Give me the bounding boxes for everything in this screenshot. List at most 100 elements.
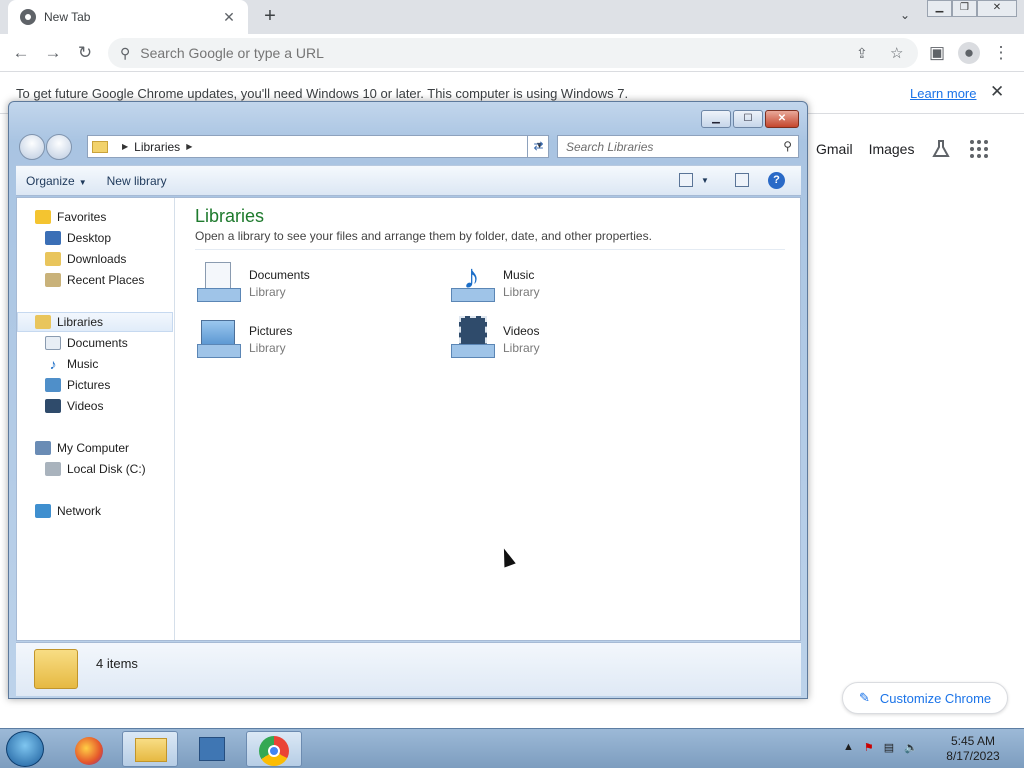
explorer-taskbar-button[interactable] (122, 731, 178, 767)
address-crumb-libraries[interactable]: Libraries (134, 140, 180, 154)
action-center-icon[interactable]: ⚑ (864, 741, 874, 754)
documents-library-icon (195, 260, 243, 306)
system-tray: ▲ ⚑ ▤ 🔈 (843, 741, 918, 754)
nav-videos[interactable]: Videos (17, 396, 173, 416)
system-clock[interactable]: 5:45 AM 8/17/2023 (940, 734, 1006, 764)
nav-my-computer[interactable]: My Computer (17, 438, 173, 458)
nav-music[interactable]: ♪ Music (17, 354, 173, 374)
explorer-window: ▁ ☐ ✕ ▶ Libraries ▶ ▼ ⇄ Search Libraries… (8, 101, 808, 699)
details-pane: 4 items (16, 642, 801, 696)
chrome-tabstrip: New Tab ✕ + ⌄ ▁ ❐ ✕ (0, 0, 1024, 34)
nav-label: Pictures (67, 378, 111, 392)
preview-pane-icon[interactable] (734, 173, 749, 187)
crumb-arrow-icon[interactable]: ▶ (186, 142, 192, 151)
star-icon (35, 210, 51, 224)
organize-button[interactable]: Organize ▼ (16, 169, 97, 193)
nav-label: Recent Places (67, 273, 145, 287)
tab-search-icon[interactable]: ⌄ (896, 8, 914, 26)
explorer-back-button[interactable] (19, 134, 45, 160)
videos-library-icon (449, 316, 497, 362)
nav-label: Music (67, 357, 99, 371)
nav-network[interactable]: Network (17, 501, 173, 521)
tab-close-icon[interactable]: ✕ (220, 9, 238, 26)
omnibox[interactable]: ⚲ ⇪ ☆ (108, 38, 918, 68)
organize-label: Organize (26, 173, 75, 188)
show-hidden-icons-icon[interactable]: ▲ (843, 741, 854, 754)
explorer-maximize-button[interactable]: ☐ (733, 110, 763, 128)
view-dropdown-icon[interactable]: ▼ (701, 176, 709, 185)
nav-documents[interactable]: Documents (17, 333, 173, 353)
learn-more-link[interactable]: Learn more (910, 86, 976, 101)
chrome-icon (259, 736, 289, 766)
infobar-close-icon[interactable]: ✕ (990, 82, 1004, 102)
labs-flask-icon[interactable] (930, 138, 952, 160)
library-type: Library (249, 284, 286, 299)
network-status-icon[interactable]: ▤ (884, 741, 894, 754)
nav-libraries[interactable]: Libraries (17, 312, 173, 332)
explorer-minimize-button[interactable]: ▁ (701, 110, 731, 128)
explorer-folder-icon (135, 738, 167, 762)
volume-muted-icon[interactable]: 🔈 (904, 741, 918, 754)
search-icon: ⚲ (120, 44, 131, 61)
search-box[interactable]: Search Libraries ⚲ (557, 135, 799, 158)
new-tab-button[interactable]: + (258, 5, 282, 29)
search-app-taskbar-button[interactable] (184, 731, 240, 767)
library-item[interactable]: Documents Library (195, 258, 435, 308)
customize-chrome-button[interactable]: ✎ Customize Chrome (842, 682, 1008, 714)
chrome-restore-button[interactable]: ❐ (952, 0, 977, 17)
tab-new-tab[interactable]: New Tab ✕ (8, 0, 248, 34)
search-icon[interactable]: ⚲ (783, 139, 792, 153)
address-bar[interactable]: ▶ Libraries ▶ ▼ (87, 135, 549, 158)
help-icon[interactable]: ? (768, 172, 785, 189)
content-divider (195, 249, 785, 250)
explorer-forward-button[interactable] (46, 134, 72, 160)
refresh-icon[interactable]: ⇄ (527, 135, 549, 158)
infobar-message: To get future Google Chrome updates, you… (16, 86, 629, 101)
library-item[interactable]: Pictures Library (195, 314, 435, 364)
library-type: Library (503, 284, 540, 299)
nav-favorites[interactable]: Favorites (17, 207, 173, 227)
nav-label: Local Disk (C:) (67, 462, 146, 476)
new-library-button[interactable]: New library (97, 169, 177, 193)
nav-recent-places[interactable]: Recent Places (17, 270, 173, 290)
pictures-library-icon (195, 316, 243, 362)
nav-label: My Computer (57, 441, 130, 455)
gmail-link[interactable]: Gmail (816, 141, 853, 157)
start-button[interactable] (6, 731, 44, 767)
reload-icon[interactable]: ↻ (74, 42, 96, 64)
library-item[interactable]: ♪ Music Library (449, 258, 689, 308)
explorer-close-button[interactable]: ✕ (765, 110, 799, 128)
desktop-icon (45, 231, 61, 245)
side-panel-icon[interactable]: ▣ (926, 42, 948, 64)
bookmark-star-icon[interactable]: ☆ (890, 44, 903, 62)
nav-downloads[interactable]: Downloads (17, 249, 173, 269)
profile-avatar-icon[interactable]: ● (958, 42, 980, 64)
nav-pictures[interactable]: Pictures (17, 375, 173, 395)
share-icon[interactable]: ⇪ (856, 45, 868, 62)
nav-label: Libraries (57, 315, 104, 329)
forward-icon[interactable]: → (42, 42, 64, 64)
content-title: Libraries (195, 206, 265, 226)
firefox-taskbar-button[interactable] (60, 731, 116, 767)
libraries-large-icon (34, 649, 78, 689)
nav-desktop[interactable]: Desktop (17, 228, 173, 248)
chrome-menu-icon[interactable]: ⋮ (990, 42, 1012, 64)
nav-label: Documents (67, 336, 128, 350)
chrome-minimize-button[interactable]: ▁ (927, 0, 952, 17)
item-count: 4 items (96, 656, 138, 671)
computer-icon (35, 441, 51, 455)
images-link[interactable]: Images (869, 141, 915, 157)
nav-label: Videos (67, 399, 104, 413)
library-item[interactable]: Videos Library (449, 314, 689, 364)
pencil-icon: ✎ (859, 690, 870, 705)
chrome-toolbar: ← → ↻ ⚲ ⇪ ☆ ▣ ● ⋮ (0, 34, 1024, 72)
chrome-taskbar-button[interactable] (246, 731, 302, 767)
change-view-icon[interactable] (679, 173, 693, 187)
google-apps-icon[interactable] (968, 138, 990, 160)
customize-label: Customize Chrome (879, 690, 992, 706)
videos-filmstrip-icon (45, 399, 61, 413)
nav-local-disk[interactable]: Local Disk (C:) (17, 459, 173, 479)
back-icon[interactable]: ← (10, 42, 32, 64)
chrome-close-button[interactable]: ✕ (977, 0, 1017, 17)
omnibox-input[interactable] (140, 45, 741, 61)
